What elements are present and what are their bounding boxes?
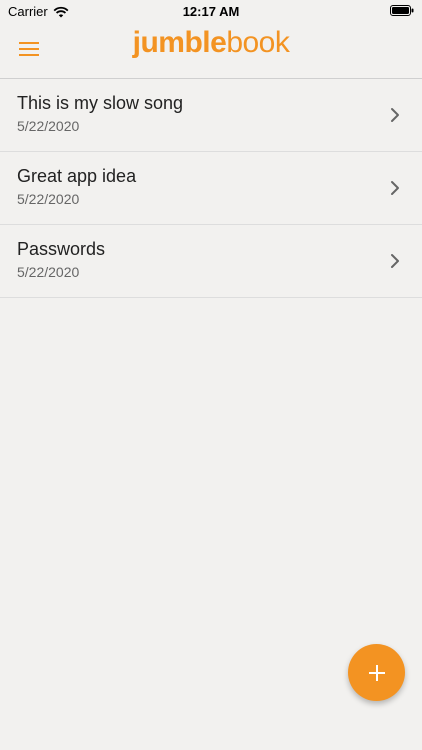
note-list-item[interactable]: This is my slow song 5/22/2020 [0, 79, 422, 152]
status-time: 12:17 AM [182, 4, 240, 19]
logo-text-jumble: jumble [132, 26, 227, 59]
note-title: Great app idea [17, 166, 137, 186]
note-list-item[interactable]: Great app idea 5/22/2020 [0, 152, 422, 225]
add-note-button[interactable] [348, 644, 405, 701]
note-list-item[interactable]: Passwords 5/22/2020 [0, 225, 422, 298]
plus-icon [368, 664, 385, 681]
note-date: 5/22/2020 [17, 264, 80, 280]
jumblebook-logo: jumblebook [0, 26, 422, 60]
chevron-right-icon [391, 108, 399, 122]
chevron-right-icon [391, 254, 399, 268]
note-date: 5/22/2020 [17, 191, 80, 207]
note-title: This is my slow song [17, 93, 184, 113]
chevron-right-icon [391, 181, 399, 195]
nav-bar: jumblebook [0, 22, 422, 79]
note-date: 5/22/2020 [17, 118, 80, 134]
battery-icon [390, 5, 414, 16]
note-title: Passwords [17, 239, 106, 259]
logo-text-book: book [226, 26, 290, 59]
status-bar: Carrier 12:17 AM [0, 0, 422, 22]
notes-list: This is my slow song 5/22/2020 Great app… [0, 79, 422, 298]
